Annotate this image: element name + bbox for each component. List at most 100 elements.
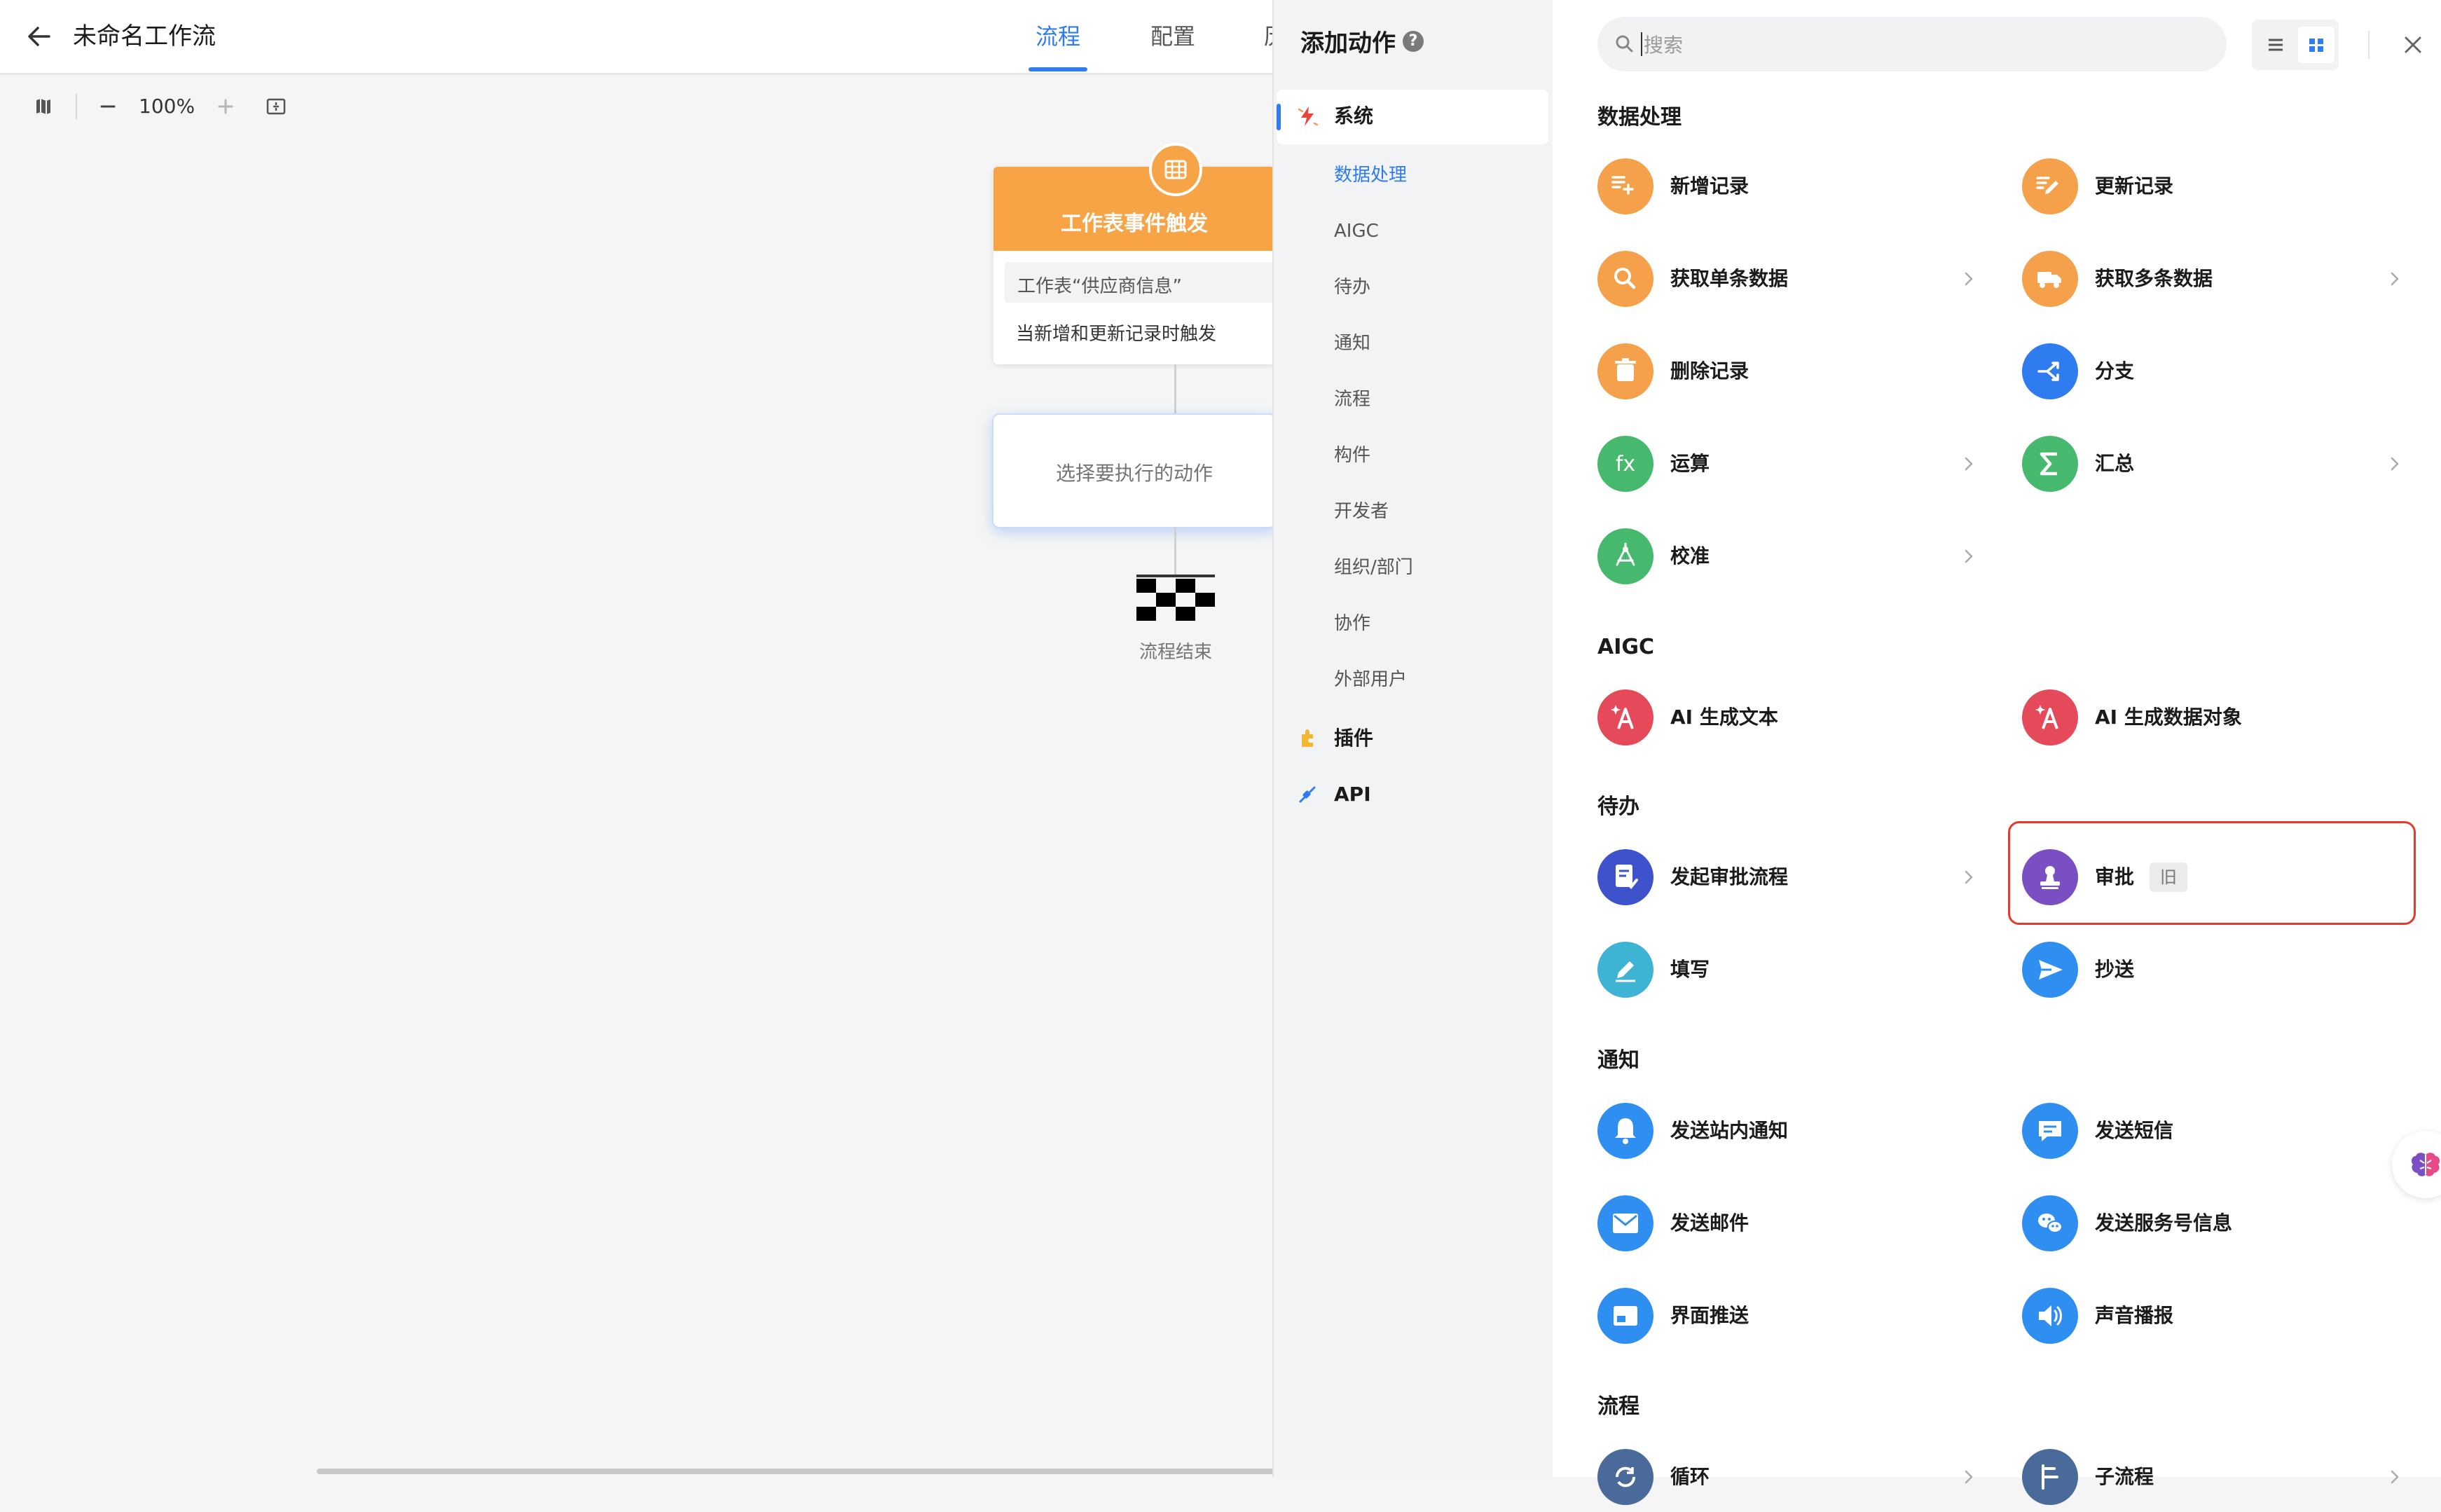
trigger-node-title: 工作表事件触发 [1061, 212, 1208, 236]
action-item-update-record[interactable]: 更新记录 [2022, 151, 2414, 221]
category-api[interactable]: API [1334, 781, 1371, 809]
subcategory-flow[interactable]: 流程 [1334, 387, 1370, 412]
header-divider [2368, 31, 2370, 59]
tab-flow[interactable]: 流程 [1036, 21, 1080, 52]
action-item-label: 抄送 [2095, 958, 2135, 981]
chevron-right-icon[interactable] [1959, 269, 1979, 289]
action-item-trash[interactable]: 删除记录 [1597, 336, 1990, 406]
action-item-loop[interactable]: 循环 [1597, 1442, 1990, 1512]
map-icon[interactable] [31, 94, 56, 119]
fit-screen-icon[interactable] [263, 94, 289, 119]
action-item-add-record[interactable]: 新增记录 [1597, 151, 1990, 221]
loop-icon [1597, 1449, 1653, 1505]
action-item-ai-object[interactable]: AI 生成数据对象 [2022, 682, 2414, 752]
action-item-push[interactable]: 界面推送 [1597, 1281, 1990, 1351]
action-item-sms[interactable]: 发送短信 [2022, 1096, 2414, 1166]
subcategory-notification[interactable]: 通知 [1334, 331, 1370, 356]
subcategory-collaboration[interactable]: 协作 [1334, 611, 1370, 636]
trigger-condition-text: 当新增和更新记录时触发 [1016, 324, 1217, 345]
trash-icon [1597, 343, 1653, 399]
workflow-title[interactable]: 未命名工作流 [73, 18, 216, 55]
system-icon [1295, 104, 1320, 129]
subcategory-org-dept[interactable]: 组织/部门 [1334, 555, 1413, 580]
grid-view-icon[interactable] [2298, 27, 2335, 63]
select-action-node[interactable]: 选择要执行的动作 [993, 415, 1275, 527]
action-item-wechat[interactable]: 发送服务号信息 [2022, 1188, 2414, 1258]
action-item-label: AI 生成数据对象 [2095, 706, 2242, 729]
api-icon [1295, 782, 1320, 807]
action-item-send[interactable]: 抄送 [2022, 935, 2414, 1005]
subcategory-data-processing[interactable]: 数据处理 [1334, 163, 1407, 188]
add-record-icon [1597, 158, 1653, 214]
subcategory-component[interactable]: 构件 [1334, 443, 1370, 468]
action-item-speaker[interactable]: 声音播报 [2022, 1281, 2414, 1351]
action-item-label: 发送短信 [2095, 1119, 2174, 1142]
action-item-mail[interactable]: 发送邮件 [1597, 1188, 1990, 1258]
chevron-right-icon[interactable] [2385, 269, 2405, 289]
ai-object-icon [2022, 689, 2078, 745]
list-view-icon[interactable] [2257, 27, 2294, 63]
chevron-right-icon[interactable] [2385, 1467, 2405, 1487]
zoom-out-icon[interactable] [95, 94, 121, 119]
action-item-bell[interactable]: 发送站内通知 [1597, 1096, 1990, 1166]
back-arrow-icon[interactable] [21, 18, 57, 55]
action-item-fx[interactable]: fx 运算 [1597, 429, 1990, 499]
action-item-label: 发送邮件 [1670, 1211, 1749, 1235]
plugin-icon [1295, 726, 1320, 751]
svg-text:fx: fx [1616, 452, 1635, 476]
action-item-pencil[interactable]: 填写 [1597, 935, 1990, 1005]
section-title-todo: 待办 [1597, 795, 1639, 819]
action-item-sigma[interactable]: 汇总 [2022, 429, 2414, 499]
subcategory-external-user[interactable]: 外部用户 [1334, 667, 1407, 692]
zoom-in-icon[interactable] [213, 94, 238, 119]
subcategory-developer[interactable]: 开发者 [1334, 499, 1389, 524]
calibrate-icon [1597, 528, 1653, 584]
search-magnifier-icon [1613, 32, 1637, 56]
bell-icon [1597, 1103, 1653, 1159]
action-item-subflow[interactable]: 子流程 [2022, 1442, 2414, 1512]
section-title-flow: 流程 [1597, 1394, 1639, 1419]
action-item-label: 填写 [1670, 958, 1710, 981]
action-item-stamp[interactable]: 审批旧 [2022, 842, 2414, 912]
ai-text-icon [1597, 689, 1653, 745]
category-system-label: 系统 [1334, 104, 1374, 128]
category-plugin[interactable]: 插件 [1334, 724, 1373, 752]
flow-end-label: 流程结束 [1139, 642, 1212, 663]
action-item-search[interactable]: 获取单条数据 [1597, 244, 1990, 314]
subcategory-aigc[interactable]: AIGC [1334, 219, 1379, 244]
action-item-label: 分支 [2095, 359, 2135, 383]
action-item-truck[interactable]: 获取多条数据 [2022, 244, 2414, 314]
add-action-title: 添加动作 [1300, 29, 1396, 57]
action-item-label: 发起审批流程 [1670, 865, 1789, 888]
action-item-approval-flow[interactable]: 发起审批流程 [1597, 842, 1990, 912]
chevron-right-icon[interactable] [1959, 454, 1979, 474]
trigger-worksheet-text: 工作表“供应商信息” [1017, 276, 1182, 297]
mail-icon [1597, 1195, 1653, 1251]
close-icon[interactable] [2399, 31, 2427, 59]
action-item-label: 发送站内通知 [1670, 1119, 1789, 1142]
flow-connector [1174, 527, 1176, 575]
subcategory-todo[interactable]: 待办 [1334, 275, 1370, 300]
action-item-ai-text[interactable]: AI 生成文本 [1597, 682, 1990, 752]
search-input[interactable] [1642, 24, 2206, 66]
tab-config[interactable]: 配置 [1150, 21, 1195, 52]
action-item-label: 汇总 [2095, 452, 2135, 475]
chevron-right-icon[interactable] [1959, 1467, 1979, 1487]
action-item-branch[interactable]: 分支 [2022, 336, 2414, 406]
toolbar-divider [76, 94, 77, 119]
sigma-icon [2022, 436, 2078, 492]
help-icon[interactable]: ? [1403, 31, 1424, 52]
chevron-right-icon[interactable] [2385, 454, 2405, 474]
active-tab-indicator [1029, 67, 1087, 71]
stamp-icon [2022, 849, 2078, 905]
chevron-right-icon[interactable] [1959, 547, 1979, 566]
subflow-icon [2022, 1449, 2078, 1505]
speaker-icon [2022, 1288, 2078, 1344]
action-item-label: 更新记录 [2095, 174, 2174, 198]
trigger-node[interactable]: 工作表事件触发 工作表“供应商信息” 当新增和更新记录时触发 [993, 167, 1275, 364]
horizontal-scrollbar[interactable] [317, 1469, 1275, 1474]
action-item-label: 运算 [1670, 452, 1710, 475]
chevron-right-icon[interactable] [1959, 867, 1979, 887]
action-item-calibrate[interactable]: 校准 [1597, 521, 1990, 591]
action-item-label: 新增记录 [1670, 174, 1749, 198]
